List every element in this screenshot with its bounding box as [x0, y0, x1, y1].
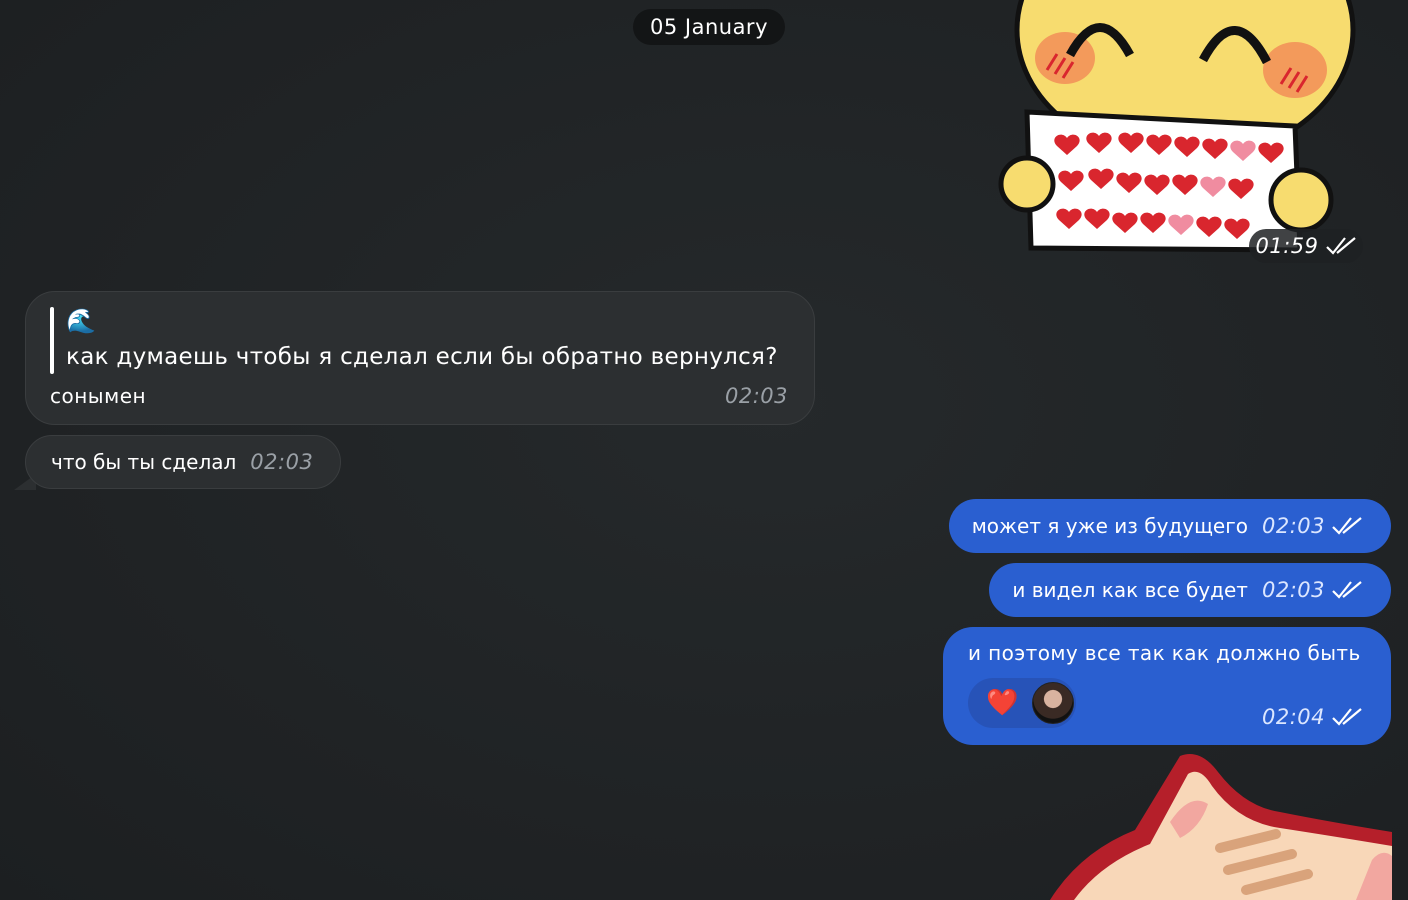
smiley-hearts-sticker[interactable]	[995, 0, 1365, 262]
outgoing-message[interactable]: может я уже из будущего 02:03	[949, 499, 1391, 553]
double-check-icon	[1332, 517, 1362, 535]
message-text: что бы ты сделал	[51, 450, 237, 474]
message-text: может я уже из будущего	[971, 514, 1248, 538]
sticker-timestamp: 01:59	[1249, 229, 1363, 263]
message-time: 02:03	[724, 384, 788, 408]
outgoing-message[interactable]: и видел как все будет 02:03	[989, 563, 1391, 617]
message-time: 02:03	[1261, 578, 1325, 602]
message-text: и видел как все будет	[1012, 578, 1248, 602]
sticker-time: 01:59	[1255, 234, 1319, 258]
outgoing-message[interactable]: и поэтому все так как должно быть ❤️ 02:…	[943, 627, 1391, 745]
double-check-icon	[1325, 237, 1356, 255]
heart-icon: ❤️	[986, 688, 1019, 718]
quote-bar	[50, 307, 54, 374]
reaction-chip[interactable]: ❤️	[968, 678, 1076, 728]
message-text: и поэтому все так как должно быть	[968, 641, 1361, 665]
incoming-message[interactable]: что бы ты сделал 02:03	[25, 435, 341, 489]
date-separator: 05 January	[633, 9, 785, 45]
message-time: 02:03	[1261, 514, 1325, 538]
quote-text: как думаешь чтобы я сделал если бы обрат…	[66, 344, 778, 370]
message-time: 02:04	[1261, 705, 1325, 729]
message-time: 02:03	[250, 450, 314, 474]
chat-area: 05 January 01:59 🌊 как думаешь чтобы я с…	[0, 0, 1408, 900]
incoming-quote-message[interactable]: 🌊 как думаешь чтобы я сделал если бы обр…	[25, 291, 815, 425]
double-check-icon	[1332, 581, 1362, 599]
double-check-icon	[1332, 708, 1362, 726]
wave-emoji-icon: 🌊	[66, 307, 96, 335]
message-caption: сонымен	[50, 384, 147, 408]
cat-sticker[interactable]	[1040, 752, 1392, 900]
avatar	[1032, 682, 1075, 724]
